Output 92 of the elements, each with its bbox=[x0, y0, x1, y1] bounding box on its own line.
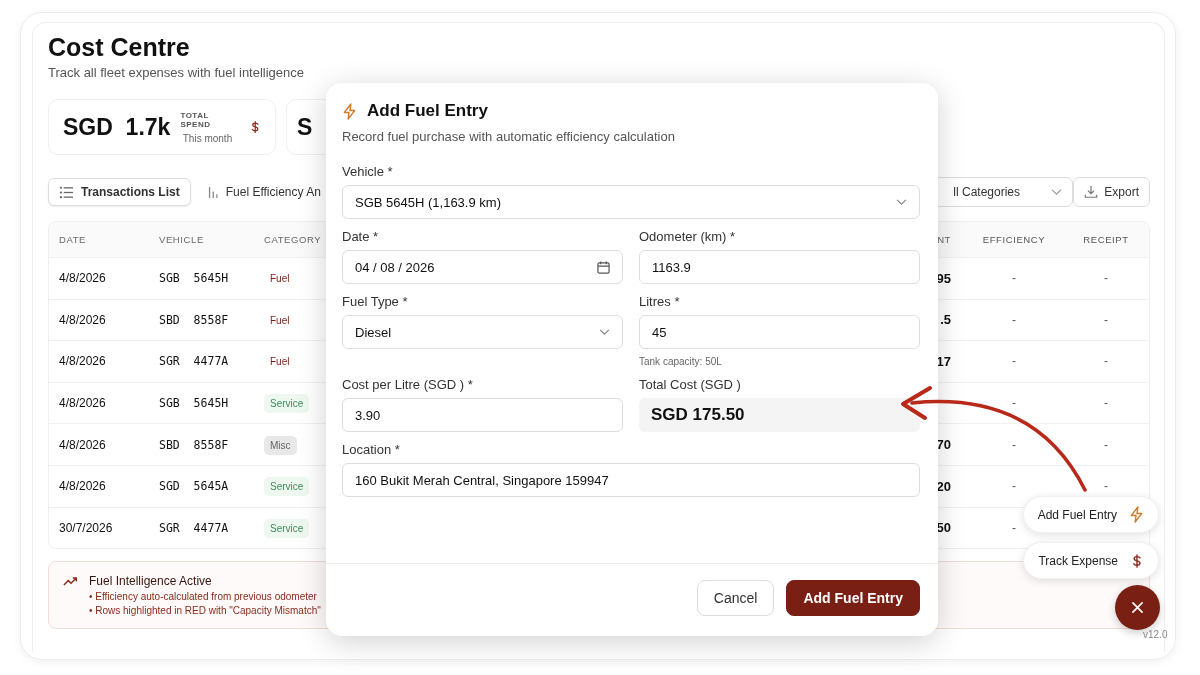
lightning-icon bbox=[342, 102, 357, 120]
input-field[interactable]: 1163.9 bbox=[639, 250, 920, 284]
select-field[interactable]: SGB 5645H (1,163.9 km) bbox=[342, 185, 920, 219]
info-text: • Rows highlighted in RED with "Capacity Mismatch" bbox=[88, 605, 321, 617]
select-field[interactable]: Diesel bbox=[342, 315, 623, 349]
column-header: VEHICLE bbox=[159, 234, 204, 245]
field-label: Litres * bbox=[639, 294, 681, 309]
table-cell: SBD 8558F bbox=[159, 312, 229, 327]
table-cell: - bbox=[1104, 312, 1108, 327]
field-label: Date * bbox=[342, 229, 380, 244]
field-label: Total Cost (SGD ) bbox=[639, 377, 742, 392]
field-label: Fuel Type * bbox=[342, 294, 409, 309]
table-cell: - bbox=[1104, 479, 1108, 494]
cancel-button[interactable]: Cancel bbox=[696, 580, 775, 616]
table-cell: 70 bbox=[936, 437, 951, 453]
date-field[interactable]: 04 / 08 / 2026 bbox=[342, 250, 623, 284]
stat-value: SGD 1.7k bbox=[63, 113, 171, 141]
table-cell: - bbox=[1104, 396, 1108, 411]
list-icon bbox=[59, 185, 74, 199]
category-tag: Fuel bbox=[264, 269, 296, 289]
close-icon bbox=[1132, 602, 1143, 613]
category-tag: Misc bbox=[264, 435, 297, 455]
table-cell: - bbox=[1012, 354, 1016, 369]
column-header: NT bbox=[937, 234, 951, 245]
dialog-subtitle: Record fuel purchase with automatic efficiency calculation bbox=[342, 129, 676, 144]
table-cell: SGD 5645A bbox=[159, 479, 229, 494]
page-title: Cost Centre bbox=[48, 33, 191, 62]
category-tag: Service bbox=[264, 394, 310, 414]
chevron-down-icon bbox=[896, 198, 907, 206]
chevron-down-icon bbox=[1051, 188, 1063, 196]
field-label: Odometer (km) * bbox=[639, 229, 737, 244]
table-cell: SGB 5645H bbox=[159, 396, 229, 411]
table-cell: 4/8/2026 bbox=[59, 396, 106, 411]
table-cell: 4/8/2026 bbox=[59, 271, 106, 286]
calendar-icon bbox=[597, 260, 610, 274]
field-label: Location * bbox=[342, 442, 401, 457]
dollar-icon bbox=[1130, 552, 1144, 569]
quick-action-button[interactable]: Add Fuel Entry bbox=[1022, 496, 1159, 533]
stat-value: S bbox=[297, 113, 313, 141]
column-header: EFFICIENCY bbox=[982, 234, 1046, 245]
table-cell: - bbox=[1012, 396, 1016, 411]
info-text: • Efficiency auto-calculated from previous odometer bbox=[88, 591, 317, 603]
input-field[interactable]: 3.90 bbox=[342, 398, 623, 432]
field-label: Cost per Litre (SGD ) * bbox=[342, 377, 474, 392]
export-button[interactable]: Export bbox=[1073, 177, 1150, 207]
view-tab[interactable]: Fuel Efficiency An bbox=[196, 178, 332, 206]
table-cell: - bbox=[1012, 437, 1016, 452]
table-cell: - bbox=[1012, 271, 1016, 286]
table-cell: SGB 5645H bbox=[159, 271, 229, 286]
dialog-title: Add Fuel Entry bbox=[367, 101, 488, 121]
view-tab[interactable]: Transactions List bbox=[48, 178, 191, 206]
table-cell: - bbox=[1012, 312, 1016, 327]
chevron-down-icon bbox=[599, 328, 610, 336]
submit-button[interactable]: Add Fuel Entry bbox=[786, 580, 920, 616]
category-tag: Fuel bbox=[264, 310, 296, 330]
table-cell: 4/8/2026 bbox=[59, 437, 106, 452]
total-cost-value: SGD 175.50 bbox=[639, 398, 920, 432]
table-cell: .5 bbox=[940, 312, 951, 328]
table-cell: SBD 8558F bbox=[159, 437, 229, 452]
lightning-icon bbox=[1129, 506, 1144, 523]
download-icon bbox=[1084, 185, 1099, 199]
input-field[interactable]: 45 bbox=[639, 315, 920, 349]
table-cell: - bbox=[1012, 520, 1016, 535]
table-cell: 20 bbox=[936, 478, 951, 494]
table-cell: - bbox=[1104, 437, 1108, 452]
category-tag: Fuel bbox=[264, 352, 296, 372]
stat-label: TOTAL SPEND bbox=[180, 110, 212, 129]
category-tag: Service bbox=[264, 518, 310, 538]
quick-action-button[interactable]: Track Expense bbox=[1023, 542, 1159, 579]
input-field[interactable]: 160 Bukit Merah Central, Singapore 159947 bbox=[342, 463, 920, 497]
table-cell: SGR 4477A bbox=[159, 520, 229, 535]
table-cell: - bbox=[1104, 271, 1108, 286]
field-label: Vehicle * bbox=[342, 164, 394, 179]
version-label: v12.0 bbox=[1143, 629, 1168, 640]
table-cell: 4/8/2026 bbox=[59, 354, 106, 369]
category-tag: Service bbox=[264, 477, 310, 497]
column-header: CATEGORY bbox=[264, 234, 322, 245]
trend-up-icon bbox=[63, 576, 79, 586]
table-cell: 17 bbox=[936, 354, 951, 369]
info-title: Fuel Intelligence Active bbox=[89, 574, 212, 589]
table-cell: SGR 4477A bbox=[159, 354, 229, 369]
page-subtitle: Track all fleet expenses with fuel intelligence bbox=[48, 65, 306, 80]
table-cell: 4/8/2026 bbox=[59, 312, 106, 327]
stat-period: This month bbox=[182, 132, 233, 144]
column-header: DATE bbox=[59, 234, 87, 245]
table-cell: 30/7/2026 bbox=[59, 520, 113, 535]
bar-chart-icon bbox=[207, 185, 219, 199]
table-cell: - bbox=[1104, 354, 1108, 369]
column-header: RECEIPT bbox=[1083, 234, 1129, 245]
table-cell: - bbox=[1012, 479, 1016, 494]
field-hint: Tank capacity: 50L bbox=[639, 356, 723, 367]
table-cell: 4/8/2026 bbox=[59, 479, 106, 494]
